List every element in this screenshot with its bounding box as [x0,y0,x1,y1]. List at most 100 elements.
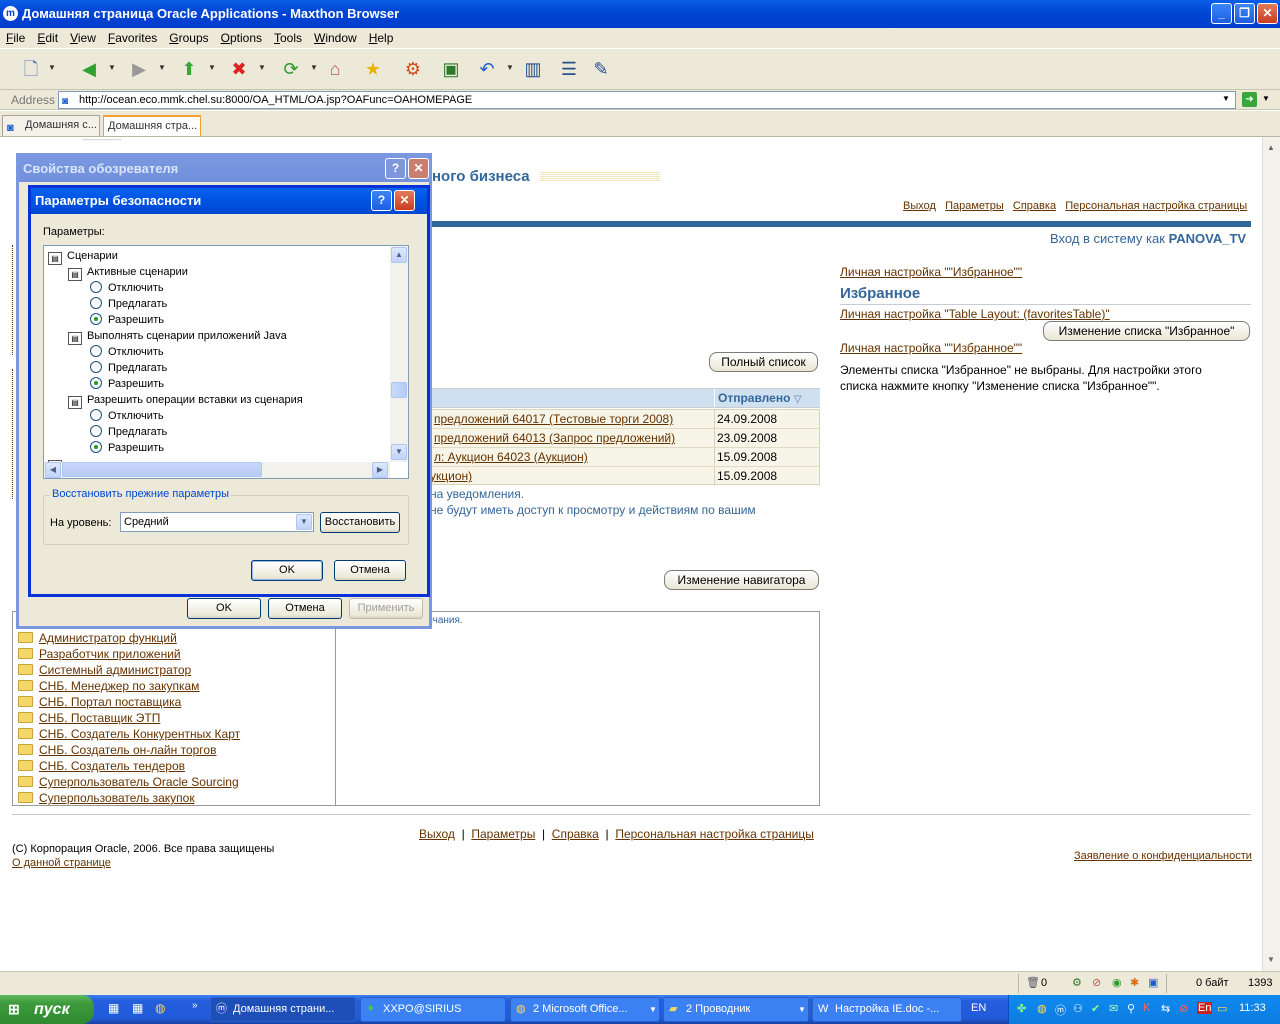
task-xxpo[interactable]: ✦ XXPO@SIRIUS [360,997,506,1022]
personalize-favorites-link-2[interactable]: Личная настройка ""Избранное"" [840,341,1022,355]
responsibility-link[interactable]: Разработчик приложений [39,647,181,661]
radio-icon[interactable] [90,377,102,389]
responsibility-link[interactable]: Администратор функций [39,631,177,645]
favorites-star-icon[interactable]: ★ [360,56,386,82]
radio-icon[interactable] [90,361,102,373]
quicklaunch-icon[interactable]: ▦ [132,1001,143,1015]
chevron-down-icon[interactable]: ▼ [108,63,116,72]
page-scrollbar[interactable]: ▲ ▼ [1262,137,1280,971]
help-button[interactable]: ? [385,158,406,179]
back-icon[interactable]: ◀ [76,56,102,82]
radio-prompt[interactable]: Предлагать [90,296,167,312]
responsibility-link[interactable]: Системный администратор [39,663,191,677]
tray-icon[interactable]: ✔ [1091,1002,1100,1015]
forward-icon[interactable]: ▶ [126,56,152,82]
help-link[interactable]: Справка [1013,200,1056,212]
radio-icon[interactable] [90,409,102,421]
security-settings-tree[interactable]: ▤ Сценарии ▤ Активные сценарии Отключить П… [43,245,409,479]
status-tool-icon[interactable]: ▣ [1148,976,1158,989]
columns-icon[interactable]: ▥ [520,56,546,82]
scroll-right-icon[interactable]: ▶ [372,462,388,478]
task-word-doc[interactable]: W Настройка IE.doc -... [812,997,962,1022]
menu-view[interactable]: View [64,28,102,46]
footer-logout-link[interactable]: Выход [419,827,455,841]
ok-button[interactable]: OK [251,560,323,581]
status-tool-icon[interactable]: ✱ [1130,976,1139,989]
radio-icon[interactable] [90,281,102,293]
address-input[interactable]: ◙ http://ocean.eco.mmk.chel.su:8000/OA_H… [58,91,1236,109]
cancel-button[interactable]: Отмена [334,560,406,581]
footer-preferences-link[interactable]: Параметры [471,827,535,841]
tray-icon[interactable]: En [1197,1002,1213,1014]
full-list-button[interactable]: Полный список [709,352,818,372]
menu-window[interactable]: Window [308,28,363,46]
undo-icon[interactable]: ↶ [474,56,500,82]
radio-enable[interactable]: Разрешить [90,376,164,392]
edit-icon[interactable]: ✎ [588,56,614,82]
menu-options[interactable]: Options [215,28,268,46]
logout-link[interactable]: Выход [903,200,936,212]
notification-link[interactable]: укцион) [430,467,472,486]
tray-icon[interactable]: ⊘ [1179,1002,1188,1015]
notification-link[interactable]: предложений 64013 (Запрос предложений) [434,429,675,448]
chevron-down-icon[interactable]: ▼ [158,63,166,72]
responsibility-link[interactable]: СНБ. Поставщик ЭТП [39,711,160,725]
chevron-right-icon[interactable]: » [192,1000,198,1011]
status-tool-icon[interactable]: ◉ [1112,976,1122,989]
radio-icon[interactable] [90,441,102,453]
radio-disable[interactable]: Отключить [90,408,164,424]
radio-disable[interactable]: Отключить [90,280,164,296]
tray-icon[interactable]: ⚲ [1127,1002,1135,1015]
clock[interactable]: 11:33 [1239,1002,1266,1014]
help-button[interactable]: ? [371,190,392,211]
responsibility-link[interactable]: Суперпользователь Oracle Sourcing [39,775,239,789]
chevron-down-icon[interactable]: ▼ [48,63,56,72]
screen-capture-icon[interactable]: ▣ [438,56,464,82]
task-office[interactable]: ◍ 2 Microsoft Office... ▼ [510,997,660,1022]
radio-disable[interactable]: Отключить [90,344,164,360]
language-indicator[interactable]: EN [971,1002,986,1014]
tab-oracle-home-2[interactable]: Домашняя стра... [103,115,201,136]
radio-icon[interactable] [90,313,102,325]
tray-icon[interactable]: ⇆ [1161,1002,1170,1015]
close-button[interactable]: ✕ [1257,3,1278,24]
menu-groups[interactable]: Groups [163,28,214,46]
apply-button[interactable]: Применить [349,598,423,619]
edit-favorites-button[interactable]: Изменение списка "Избранное" [1043,321,1250,341]
task-browser[interactable]: ⓜ Домашняя страни... [210,997,356,1022]
task-explorer[interactable]: ▰ 2 Проводник ▼ [663,997,809,1022]
menu-edit[interactable]: Edit [31,28,64,46]
personalize-page-link[interactable]: Персональная настройка страницы [1065,200,1247,212]
personalize-favorites-link[interactable]: Личная настройка ""Избранное"" [840,265,1022,279]
responsibility-link[interactable]: СНБ. Создатель он-лайн торгов [39,743,216,757]
notification-link[interactable]: л: Аукцион 64023 (Аукцион) [434,448,588,467]
sent-column-header[interactable]: Отправлено ▽ [714,389,820,407]
privacy-link[interactable]: Заявление о конфиденциальности [1074,850,1252,862]
quicklaunch-icon[interactable]: ◍ [155,1001,165,1015]
footer-help-link[interactable]: Справка [552,827,599,841]
menu-favorites[interactable]: Favorites [102,28,163,46]
translate-icon[interactable]: ⚙ [400,56,426,82]
stop-icon[interactable]: ✖ [226,56,252,82]
about-page-link[interactable]: О данной странице [12,857,111,869]
tree-vertical-scrollbar[interactable]: ▲ ▼ [390,246,408,462]
refresh-icon[interactable]: ⟳ [278,56,304,82]
responsibility-link[interactable]: СНБ. Портал поставщика [39,695,181,709]
radio-icon[interactable] [90,297,102,309]
close-button[interactable]: ✕ [394,190,415,211]
scroll-up-icon[interactable]: ▲ [1267,143,1275,152]
scroll-thumb[interactable] [62,462,262,477]
list-icon[interactable]: ☰ [556,56,582,82]
radio-enable[interactable]: Разрешить [90,312,164,328]
chevron-down-icon[interactable]: ▼ [1222,94,1230,103]
radio-enable[interactable]: Разрешить [90,440,164,456]
radio-icon[interactable] [90,345,102,357]
radio-prompt[interactable]: Предлагать [90,360,167,376]
scroll-left-icon[interactable]: ◀ [45,462,61,478]
up-icon[interactable]: ⬆ [176,56,202,82]
popup-block-icon[interactable]: ⊘ [1092,976,1101,989]
chevron-down-icon[interactable]: ▼ [208,63,216,72]
chevron-down-icon[interactable]: ▼ [506,63,514,72]
tab-oracle-home-1[interactable]: ◙ Домашняя с... [2,115,100,136]
scroll-down-icon[interactable]: ▼ [391,444,407,460]
